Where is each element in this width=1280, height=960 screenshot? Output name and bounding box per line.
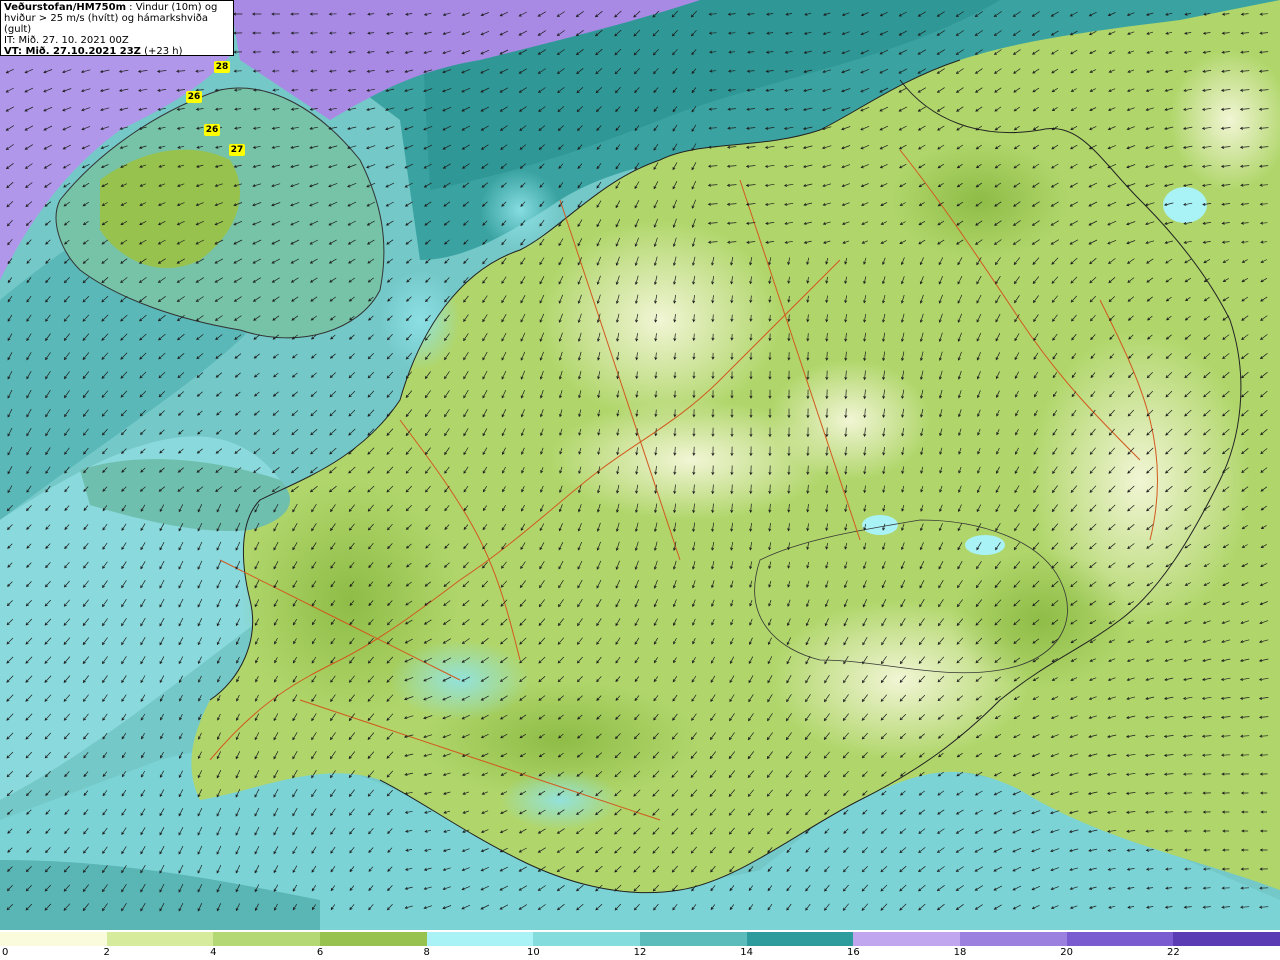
map-info-box: Veðurstofan/HM750m : Vindur (10m) og hvi… [0, 0, 234, 57]
legend-tick-labels: 0 2 4 6 8 10 12 14 16 18 20 22 [0, 946, 1280, 960]
legend-swatch [746, 932, 854, 946]
calm-north-central [540, 220, 780, 420]
valid-time: VT: Mið. 27.10.2021 23Z [4, 46, 141, 57]
legend-swatch [1066, 932, 1174, 946]
strong-northeast [890, 140, 1070, 260]
legend-swatch [0, 932, 107, 946]
forecast-offset: (+23 h) [140, 46, 183, 57]
legend-tick: 2 [103, 947, 110, 958]
legend-swatch [1173, 932, 1280, 946]
legend-tick: 6 [316, 947, 324, 958]
legend-swatch [960, 932, 1067, 946]
legend-swatch [533, 932, 641, 946]
legend-tick: 18 [953, 947, 967, 958]
legend-swatch [320, 932, 427, 946]
legend-swatch [426, 932, 534, 946]
legend-tick: 20 [1060, 947, 1074, 958]
max-gust-label: 26 [186, 91, 202, 103]
legend-swatch [213, 932, 321, 946]
wind-speed-legend: 0 2 4 6 8 10 12 14 16 18 20 22 [0, 930, 1280, 960]
legend-tick: 12 [633, 947, 647, 958]
legend-tick: 0 [2, 947, 9, 958]
legend-tick: 14 [740, 947, 754, 958]
legend-tick: 8 [423, 947, 430, 958]
max-gust-label: 27 [229, 144, 245, 156]
teal-patch-2 [500, 770, 620, 830]
calm-vatnajokull [770, 360, 930, 480]
map-description: hviður > 25 m/s (hvítt) og hámarkshviða … [4, 13, 208, 35]
legend-tick: 16 [846, 947, 860, 958]
initial-time: IT: Mið. 27. 10. 2021 00Z [4, 35, 129, 46]
legend-tick: 10 [526, 947, 540, 958]
teal-patch-4 [480, 170, 560, 250]
map-title: Veðurstofan/HM750m [4, 2, 126, 13]
legend-color-bar [0, 932, 1280, 946]
legend-tick: 22 [1166, 947, 1180, 958]
wind-map-canvas [0, 0, 1280, 930]
legend-tick: 4 [210, 947, 217, 958]
strong-east [950, 550, 1130, 690]
max-gust-label: 28 [214, 61, 230, 73]
max-gust-label: 26 [204, 124, 220, 136]
legend-swatch [106, 932, 214, 946]
legend-swatch [640, 932, 747, 946]
legend-swatch [853, 932, 961, 946]
map-title-suffix: : Vindur (10m) og [125, 2, 218, 13]
